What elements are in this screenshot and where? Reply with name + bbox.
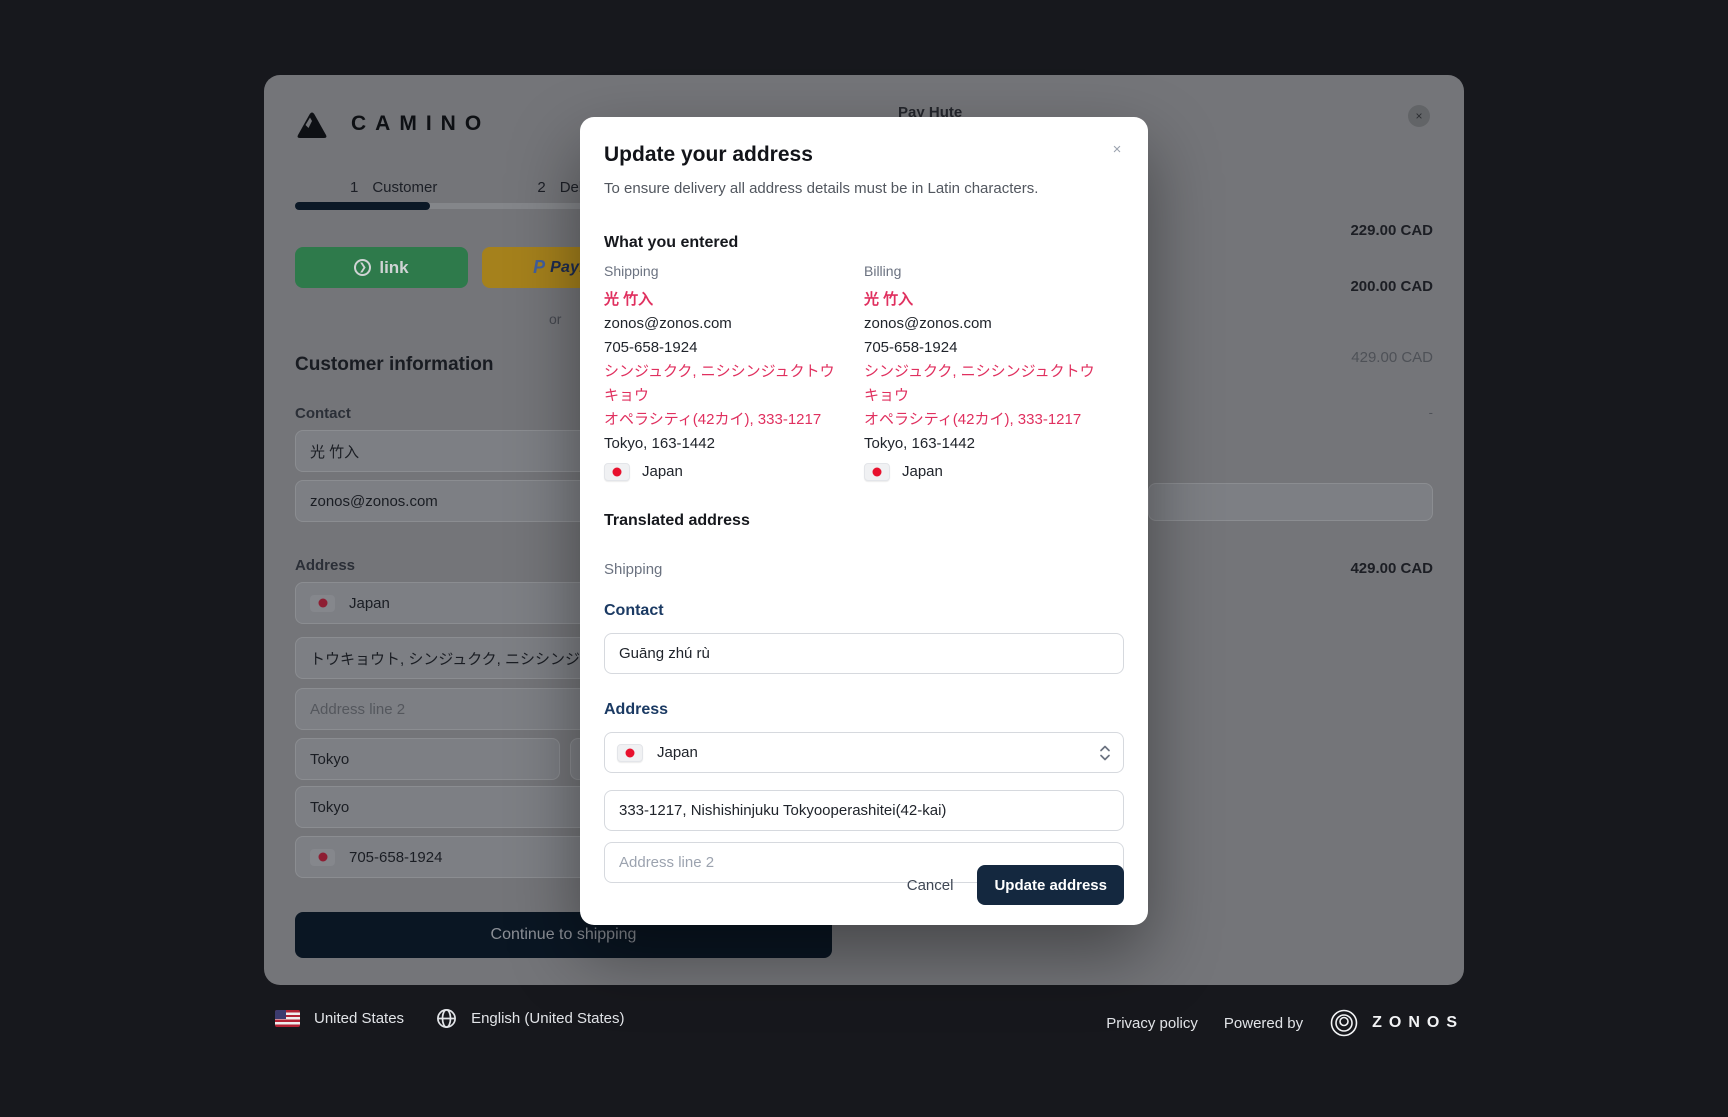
- translated-shipping-subheading: Shipping: [604, 561, 1124, 578]
- brand-logo: CAMINO: [295, 108, 490, 140]
- japan-flag-icon: [310, 595, 335, 612]
- chevron-up-down-icon: [1099, 744, 1111, 762]
- update-address-modal: Update your address × To ensure delivery…: [580, 117, 1148, 925]
- progress-fill: [295, 202, 430, 210]
- entered-email: zonos@zonos.com: [604, 312, 844, 336]
- step-customer[interactable]: 1 Customer: [350, 179, 437, 196]
- japan-flag-icon: [604, 463, 630, 481]
- brand-name: CAMINO: [351, 112, 490, 136]
- city-value: Tokyo: [310, 751, 349, 768]
- address2-placeholder: Address line 2: [310, 701, 405, 718]
- translated-address1-input[interactable]: [604, 790, 1124, 831]
- country-value: Japan: [657, 744, 1085, 761]
- zonos-brand[interactable]: ZONOS: [1329, 1008, 1464, 1038]
- email-value: zonos@zonos.com: [310, 493, 438, 510]
- address-label: Address: [295, 557, 355, 574]
- translated-address-heading: Translated address: [604, 512, 1124, 530]
- summary-dash: -: [1429, 405, 1433, 420]
- link-arrow-icon: ❯: [354, 259, 371, 276]
- phone-value: 705-658-1924: [349, 849, 442, 866]
- us-flag-icon: [275, 1010, 300, 1027]
- billing-column: Billing 光 竹入 zonos@zonos.com 705-658-192…: [864, 263, 1124, 484]
- step-number: 1: [350, 179, 358, 196]
- footer: United States English (United States) Pr…: [0, 985, 1728, 1117]
- paypal-icon: P: [533, 257, 545, 278]
- link-label: link: [379, 258, 408, 278]
- close-icon: ×: [1113, 141, 1122, 158]
- checkout-steps: 1 Customer 2 Delivery: [350, 179, 614, 196]
- entered-country: Japan: [864, 460, 1104, 484]
- entered-address-columns: Shipping 光 竹入 zonos@zonos.com 705-658-19…: [604, 263, 1124, 484]
- entered-city: Tokyo, 163-1442: [864, 432, 1104, 456]
- city-field[interactable]: Tokyo: [295, 738, 560, 780]
- entered-email: zonos@zonos.com: [864, 312, 1104, 336]
- entered-name: 光 竹入: [604, 288, 844, 312]
- screen: CAMINO 1 Customer 2 Delivery ❯ link P Pa…: [0, 0, 1728, 1117]
- translated-country-select[interactable]: Japan: [604, 732, 1124, 773]
- continue-label: Continue to shipping: [491, 926, 637, 944]
- powered-by-label: Powered by: [1224, 1015, 1303, 1032]
- entered-address1: シンジュクク, ニシシンジュクトウキョウ: [864, 360, 1104, 408]
- footer-links: Privacy policy Powered by ZONOS: [1106, 1008, 1464, 1038]
- summary-price-3: 429.00 CAD: [1351, 349, 1433, 366]
- what-you-entered-heading: What you entered: [604, 234, 1124, 252]
- modal-actions: Cancel Update address: [907, 865, 1124, 905]
- footer-language[interactable]: English (United States): [471, 1010, 624, 1027]
- column-label: Billing: [864, 263, 1104, 279]
- entered-country: Japan: [604, 460, 844, 484]
- column-label: Shipping: [604, 263, 844, 279]
- summary-price-2: 200.00 CAD: [1350, 278, 1433, 295]
- name-value: 光 竹入: [310, 441, 359, 462]
- address-heading: Address: [604, 701, 1124, 719]
- japan-flag-icon: [617, 744, 643, 762]
- privacy-policy-link[interactable]: Privacy policy: [1106, 1015, 1198, 1032]
- country-name: Japan: [902, 460, 943, 484]
- summary-price-1: 229.00 CAD: [1350, 222, 1433, 239]
- footer-locale: United States English (United States): [275, 1008, 624, 1029]
- modal-subtitle: To ensure delivery all address details m…: [604, 180, 1124, 197]
- entered-phone: 705-658-1924: [864, 336, 1104, 360]
- zonos-logo-icon: [1329, 1008, 1359, 1038]
- step-label: Customer: [372, 179, 437, 196]
- entered-address2: オペラシティ(42カイ), 333-1217: [604, 408, 844, 432]
- summary-total: 429.00 CAD: [1350, 560, 1433, 577]
- entered-address1: シンジュクク, ニシシンジュクトウキョウ: [604, 360, 844, 408]
- entered-address2: オペラシティ(42カイ), 333-1217: [864, 408, 1104, 432]
- translated-contact-input[interactable]: [604, 633, 1124, 674]
- link-pay-button[interactable]: ❯ link: [295, 247, 468, 288]
- summary-input[interactable]: [1148, 483, 1433, 521]
- country-value: Japan: [349, 595, 390, 612]
- zonos-wordmark: ZONOS: [1372, 1014, 1464, 1032]
- modal-close-button[interactable]: ×: [1106, 139, 1128, 161]
- japan-flag-icon: [864, 463, 890, 481]
- checkout-close-button[interactable]: ×: [1408, 105, 1430, 127]
- customer-information-heading: Customer information: [295, 354, 493, 376]
- entered-phone: 705-658-1924: [604, 336, 844, 360]
- update-address-button[interactable]: Update address: [977, 865, 1124, 905]
- contact-heading: Contact: [604, 602, 1124, 620]
- globe-icon: [436, 1008, 457, 1029]
- cancel-button[interactable]: Cancel: [907, 877, 954, 894]
- entered-name: 光 竹入: [864, 288, 1104, 312]
- japan-flag-icon: [310, 849, 335, 866]
- province-value: Tokyo: [310, 799, 349, 816]
- shipping-column: Shipping 光 竹入 zonos@zonos.com 705-658-19…: [604, 263, 864, 484]
- or-divider: or: [549, 311, 561, 327]
- close-icon: ×: [1415, 109, 1422, 123]
- footer-country[interactable]: United States: [314, 1010, 404, 1027]
- mountain-logo-icon: [295, 108, 329, 140]
- country-name: Japan: [642, 460, 683, 484]
- modal-title: Update your address: [604, 143, 1124, 167]
- contact-label: Contact: [295, 405, 351, 422]
- entered-city: Tokyo, 163-1442: [604, 432, 844, 456]
- step-number: 2: [537, 179, 545, 196]
